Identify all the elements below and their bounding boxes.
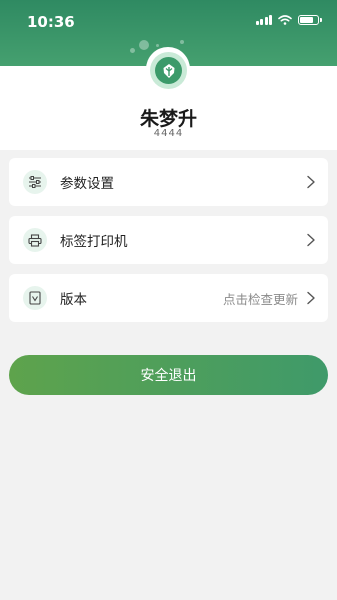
menu-item-label-printer[interactable]: 标签打印机: [9, 216, 328, 264]
status-time: 10:36: [27, 13, 75, 31]
user-id: 4444: [153, 128, 184, 139]
chevron-right-icon: [307, 233, 315, 247]
status-icons: [255, 15, 322, 25]
menu-label: 参数设置: [60, 176, 114, 192]
status-bar: 10:36: [0, 0, 337, 44]
battery-icon: [298, 15, 322, 25]
chevron-right-icon: [307, 291, 315, 305]
avatar[interactable]: [150, 52, 187, 89]
version-document-icon: [23, 286, 47, 310]
chevron-right-icon: [307, 175, 315, 189]
menu-item-parameter-settings[interactable]: 参数设置: [9, 158, 328, 206]
decorative-bubble: [130, 48, 135, 53]
username: 朱梦升: [139, 108, 197, 130]
menu-item-version[interactable]: 版本 点击检查更新: [9, 274, 328, 322]
wifi-icon: [278, 15, 292, 25]
logout-button[interactable]: 安全退出: [9, 355, 328, 395]
printer-icon: [23, 228, 47, 252]
sliders-icon: [23, 170, 47, 194]
decorative-bubble: [156, 44, 159, 47]
menu-label: 标签打印机: [60, 234, 128, 250]
check-update-hint: 点击检查更新: [222, 291, 298, 307]
leaf-logo-icon: [155, 57, 182, 84]
signal-icon: [255, 15, 272, 25]
menu-label: 版本: [60, 292, 87, 308]
